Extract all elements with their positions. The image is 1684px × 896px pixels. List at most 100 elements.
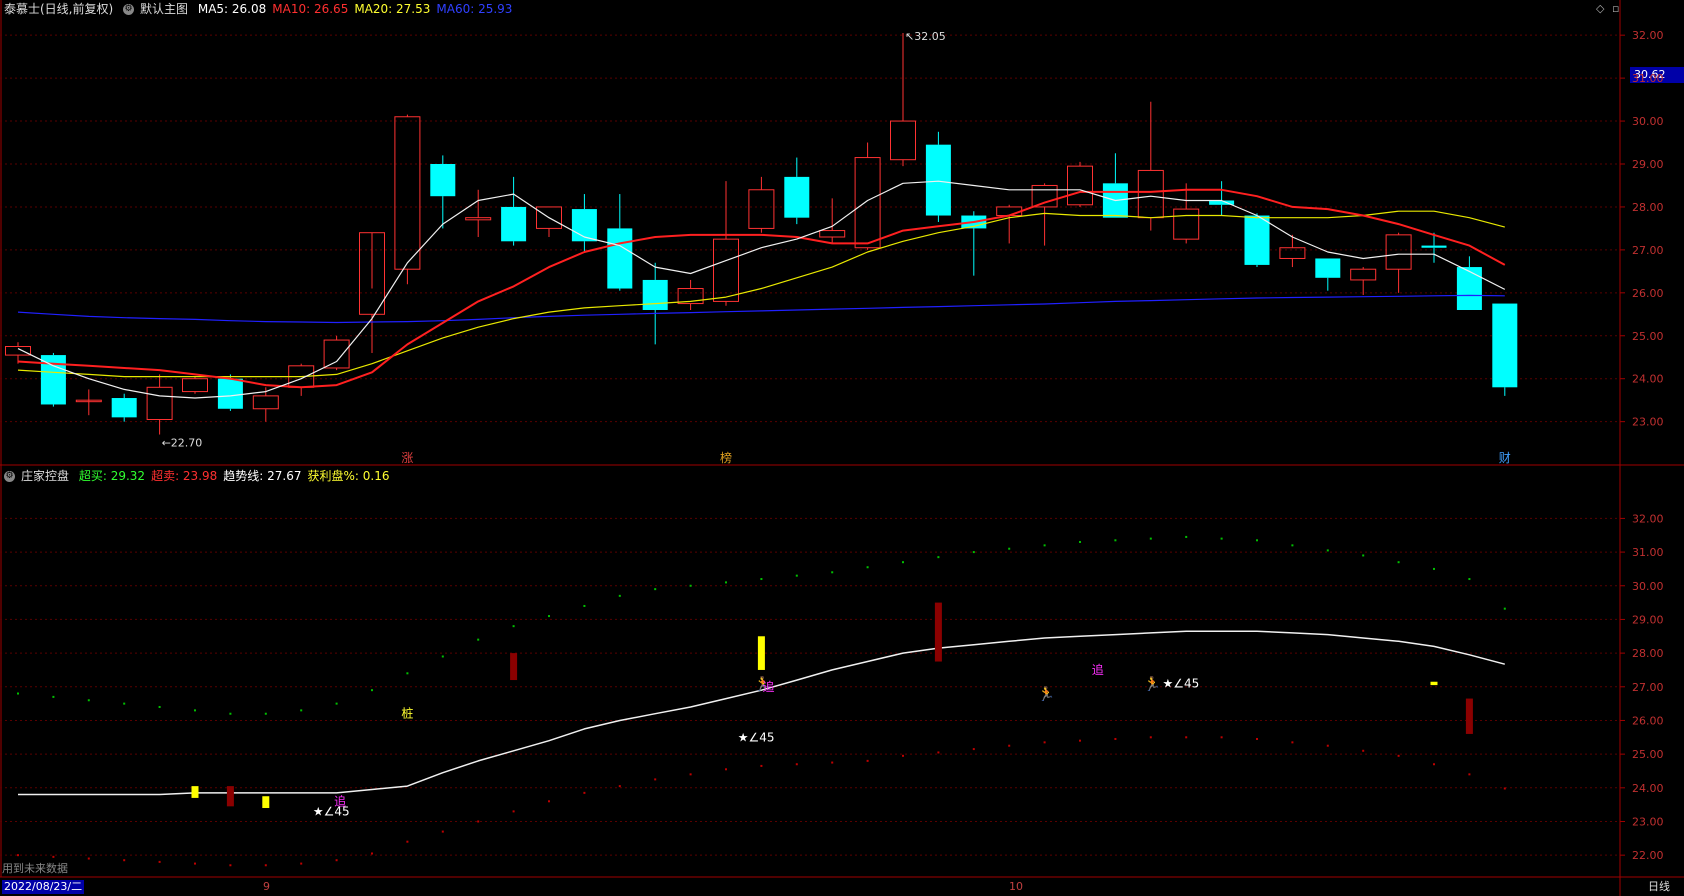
- lower-annotation: 追: [1092, 662, 1104, 677]
- oversold-dot: [406, 840, 409, 843]
- candle: [1456, 256, 1482, 310]
- candle: [1137, 101, 1164, 231]
- overbought-dot: [725, 581, 727, 584]
- overbought-dot: [831, 571, 834, 574]
- stock-chart[interactable]: 23.00 24.00 25.00 26.00 27.00 28.00 29.00 30.00…: [0, 0, 1684, 896]
- candle-body: [1173, 208, 1200, 240]
- runner-icon: 🏃: [1038, 686, 1055, 703]
- oversold-dot: [194, 862, 196, 865]
- upper-tick-label: 29.00: [1632, 158, 1664, 171]
- signal-bar: [262, 796, 270, 809]
- upper-tick-label: 25.00: [1632, 330, 1664, 343]
- oversold-dot: [512, 810, 515, 813]
- candle: [430, 155, 456, 229]
- oversold-dot: [618, 785, 621, 788]
- overbought-dot: [1114, 539, 1117, 542]
- candle: [394, 114, 421, 285]
- ma20-line: [17, 210, 1505, 378]
- candle: [1209, 181, 1235, 216]
- oversold-dot: [866, 759, 869, 762]
- upper-tick-label: 26.00: [1632, 287, 1664, 300]
- candle: [288, 363, 315, 396]
- oversold-dot: [158, 860, 161, 863]
- oversold-dot: [1291, 741, 1294, 744]
- oversold-dot: [1397, 754, 1400, 757]
- overbought-dot: [17, 692, 19, 695]
- candle: [677, 279, 704, 310]
- candle-body: [430, 164, 456, 197]
- oversold-dot: [52, 855, 55, 858]
- overbought-dot: [512, 625, 515, 628]
- candle: [713, 181, 739, 306]
- candle-body: [1456, 267, 1482, 310]
- overbought-dot: [441, 655, 444, 658]
- overbought-dot: [937, 556, 940, 559]
- candle: [323, 335, 350, 371]
- upper-tick-label: 30.00: [1632, 115, 1664, 128]
- candle-body: [854, 157, 881, 249]
- overbought-dot: [1433, 567, 1435, 570]
- lower-tick-label: 23.00: [1632, 815, 1664, 828]
- candle-body: [182, 378, 208, 393]
- oversold-dot: [1149, 736, 1152, 739]
- oversold-dot: [795, 763, 798, 766]
- overbought-dot: [123, 702, 126, 705]
- oversold-dot: [87, 857, 90, 860]
- candle-body: [501, 206, 527, 242]
- candle: [182, 376, 208, 394]
- upper-tick-label: 32.00: [1632, 29, 1664, 42]
- candle-body: [890, 120, 916, 161]
- candle: [748, 176, 775, 233]
- candle-body: [1315, 258, 1341, 278]
- candle: [111, 393, 137, 422]
- candle-body: [5, 346, 31, 356]
- oversold-dot: [548, 800, 550, 803]
- candle: [1315, 258, 1341, 291]
- candle-body: [713, 238, 739, 302]
- overbought-dot: [548, 615, 550, 618]
- overbought-dot: [1362, 554, 1365, 557]
- lower-annotation: ★∠45: [738, 730, 775, 744]
- overbought-dot: [583, 604, 586, 607]
- signal-bar: [510, 653, 518, 681]
- lower-tick-label: 25.00: [1632, 748, 1664, 761]
- upper-tick-label: 27.00: [1632, 244, 1664, 257]
- oversold-dot: [264, 864, 267, 867]
- oversold-dot: [1256, 737, 1258, 740]
- candle: [1067, 161, 1093, 207]
- oversold-dot: [371, 852, 373, 855]
- lower-tick-label: 29.00: [1632, 613, 1664, 626]
- upper-marker: 榜: [720, 450, 732, 465]
- overbought-dot: [1397, 561, 1400, 564]
- oversold-dot: [1043, 741, 1046, 744]
- oversold-dot: [229, 864, 232, 867]
- candle-body: [1031, 184, 1058, 208]
- candle-body: [394, 116, 421, 270]
- overbought-dot: [618, 594, 621, 597]
- lower-annotation: 追: [762, 679, 774, 694]
- oversold-dot: [335, 859, 338, 862]
- candle: [1279, 234, 1306, 268]
- candle: [819, 198, 846, 244]
- overbought-dot: [300, 709, 303, 712]
- lower-annotation: 桩: [401, 706, 413, 721]
- oversold-dot: [725, 768, 727, 771]
- overbought-dot: [1008, 547, 1011, 550]
- lower-tick-label: 30.00: [1632, 580, 1664, 593]
- overbought-dot: [1043, 544, 1046, 547]
- oversold-dot: [1326, 744, 1329, 747]
- oversold-dot: [689, 773, 692, 776]
- overbought-dot: [1185, 535, 1188, 538]
- overbought-dot: [87, 699, 90, 702]
- signal-bar: [934, 602, 942, 662]
- oversold-dot: [937, 751, 940, 754]
- candle-body: [1067, 165, 1093, 206]
- oversold-dot: [902, 754, 904, 757]
- candle: [1173, 183, 1200, 244]
- candle-body: [1137, 169, 1164, 219]
- overbought-dot: [760, 578, 763, 581]
- candle: [465, 189, 492, 237]
- upper-tick-label: 23.00: [1632, 416, 1664, 429]
- candle: [925, 131, 951, 222]
- overbought-dot: [1291, 544, 1294, 547]
